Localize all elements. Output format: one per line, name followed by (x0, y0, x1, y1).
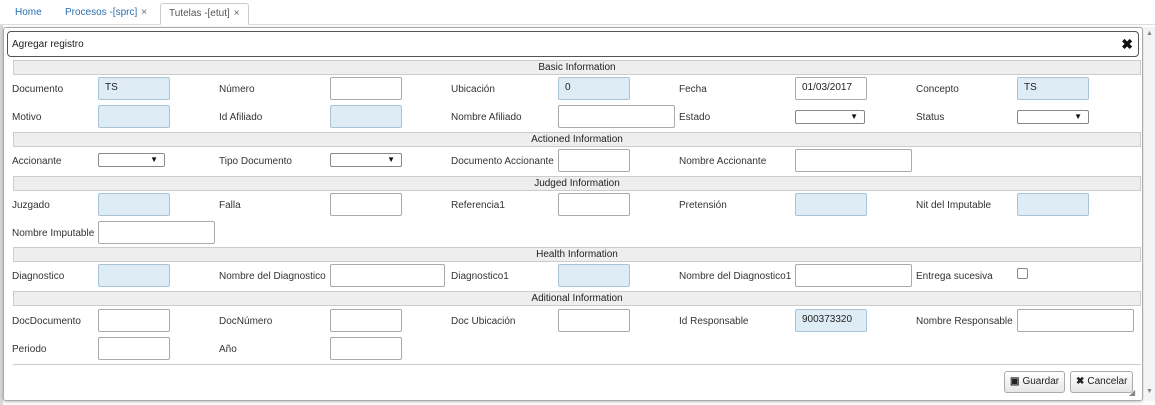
tab-home[interactable]: Home (7, 3, 50, 25)
anio-label: Año (219, 344, 237, 355)
concepto-field[interactable]: TS (1017, 77, 1089, 100)
cancelar-button[interactable]: ✖ Cancelar (1070, 371, 1134, 393)
nombre-diagnostico-field[interactable] (330, 264, 445, 287)
nombre-responsable-label: Nombre Responsable (916, 316, 1013, 327)
referencia1-label: Referencia1 (451, 200, 505, 211)
diagnostico-label: Diagnostico (12, 271, 65, 282)
scroll-down-icon[interactable]: ▼ (1146, 388, 1153, 395)
ubicacion-field[interactable]: 0 (558, 77, 630, 100)
periodo-label: Periodo (12, 344, 47, 355)
footer-divider (13, 364, 1141, 365)
motivo-label: Motivo (12, 112, 42, 123)
chevron-down-icon: ▼ (150, 155, 158, 164)
resize-grip-icon[interactable]: ◢ (1129, 388, 1135, 397)
id-responsable-field[interactable]: 900373320 (795, 309, 867, 332)
nombre-afiliado-label: Nombre Afiliado (451, 112, 522, 123)
diagnostico1-field[interactable] (558, 264, 630, 287)
dialog-header: Agregar registro ✖ (7, 31, 1139, 57)
documento-field[interactable]: TS (98, 77, 170, 100)
doc-documento-field[interactable] (98, 309, 170, 332)
nombre-imputable-field[interactable] (98, 221, 215, 244)
tab-label: Tutelas -[etut] (169, 8, 230, 19)
guardar-button[interactable]: ▣ Guardar (1004, 371, 1066, 393)
tab-close-icon[interactable]: × (234, 8, 240, 19)
id-responsable-label: Id Responsable (679, 316, 749, 327)
tab-tutelas[interactable]: Tutelas -[etut] × (160, 3, 249, 25)
doc-ubicacion-label: Doc Ubicación (451, 316, 516, 327)
estado-select[interactable]: ▼ (795, 110, 865, 124)
nombre-diagnostico1-label: Nombre del Diagnostico1 (679, 271, 792, 282)
doc-documento-label: DocDocumento (12, 316, 81, 327)
section-aditional-information: Aditional Information (13, 291, 1141, 306)
documento-accionante-field[interactable] (558, 149, 630, 172)
doc-ubicacion-field[interactable] (558, 309, 630, 332)
entrega-sucesiva-checkbox[interactable] (1017, 268, 1028, 279)
section-basic-information: Basic Information (13, 60, 1141, 75)
nombre-responsable-field[interactable] (1017, 309, 1134, 332)
chevron-down-icon: ▼ (850, 112, 858, 121)
doc-numero-field[interactable] (330, 309, 402, 332)
chevron-down-icon: ▼ (1074, 112, 1082, 121)
tipo-documento-select[interactable]: ▼ (330, 153, 402, 167)
tab-close-icon[interactable]: × (141, 7, 147, 18)
scrollbar[interactable] (1144, 27, 1155, 401)
tab-procesos[interactable]: Procesos -[sprc] × (57, 3, 155, 25)
tab-label: Home (15, 7, 42, 18)
falla-label: Falla (219, 200, 241, 211)
motivo-field[interactable] (98, 105, 170, 128)
section-actioned-information: Actioned Information (13, 132, 1141, 147)
status-label: Status (916, 112, 945, 123)
numero-field[interactable] (330, 77, 402, 100)
anio-field[interactable] (330, 337, 402, 360)
save-icon: ▣ (1010, 376, 1020, 387)
juzgado-field[interactable] (98, 193, 170, 216)
close-icon[interactable]: ✖ (1121, 36, 1133, 52)
nombre-diagnostico-label: Nombre del Diagnostico (219, 271, 326, 282)
nit-imputable-field[interactable] (1017, 193, 1089, 216)
diagnostico-field[interactable] (98, 264, 170, 287)
section-health-information: Health Information (13, 247, 1141, 262)
id-afiliado-label: Id Afiliado (219, 112, 263, 123)
numero-label: Número (219, 84, 255, 95)
concepto-label: Concepto (916, 84, 959, 95)
diagnostico1-label: Diagnostico1 (451, 271, 509, 282)
close-icon: ✖ (1076, 376, 1085, 387)
nombre-afiliado-field[interactable] (558, 105, 675, 128)
tab-bar: Home Procesos -[sprc] × Tutelas -[etut] × (0, 0, 1155, 25)
documento-accionante-label: Documento Accionante (451, 156, 554, 167)
chevron-down-icon: ▼ (387, 155, 395, 164)
fecha-label: Fecha (679, 84, 707, 95)
nit-imputable-label: Nit del Imputable (916, 200, 992, 211)
add-record-dialog: Agregar registro ✖ Basic Information Doc… (3, 27, 1143, 401)
accionante-label: Accionante (12, 156, 62, 167)
nombre-diagnostico1-field[interactable] (795, 264, 912, 287)
section-judged-information: Judged Information (13, 176, 1141, 191)
dialog-title: Agregar registro (12, 39, 84, 50)
guardar-label: Guardar (1022, 376, 1060, 387)
id-afiliado-field[interactable] (330, 105, 402, 128)
status-select[interactable]: ▼ (1017, 110, 1089, 124)
fecha-field[interactable]: 01/03/2017 (795, 77, 867, 100)
juzgado-label: Juzgado (12, 200, 50, 211)
entrega-sucesiva-label: Entrega sucesiva (916, 271, 993, 282)
nombre-accionante-label: Nombre Accionante (679, 156, 767, 167)
cancelar-label: Cancelar (1087, 376, 1128, 387)
pretension-field[interactable] (795, 193, 867, 216)
nombre-imputable-label: Nombre Imputable (12, 228, 95, 239)
nombre-accionante-field[interactable] (795, 149, 912, 172)
periodo-field[interactable] (98, 337, 170, 360)
pretension-label: Pretensión (679, 200, 727, 211)
doc-numero-label: DocNúmero (219, 316, 273, 327)
documento-label: Documento (12, 84, 64, 95)
estado-label: Estado (679, 112, 711, 123)
ubicacion-label: Ubicación (451, 84, 495, 95)
tab-label: Procesos -[sprc] (65, 7, 138, 18)
tipo-documento-label: Tipo Documento (219, 156, 292, 167)
falla-field[interactable] (330, 193, 402, 216)
scroll-up-icon[interactable]: ▲ (1146, 30, 1153, 37)
referencia1-field[interactable] (558, 193, 630, 216)
accionante-select[interactable]: ▼ (98, 153, 165, 167)
